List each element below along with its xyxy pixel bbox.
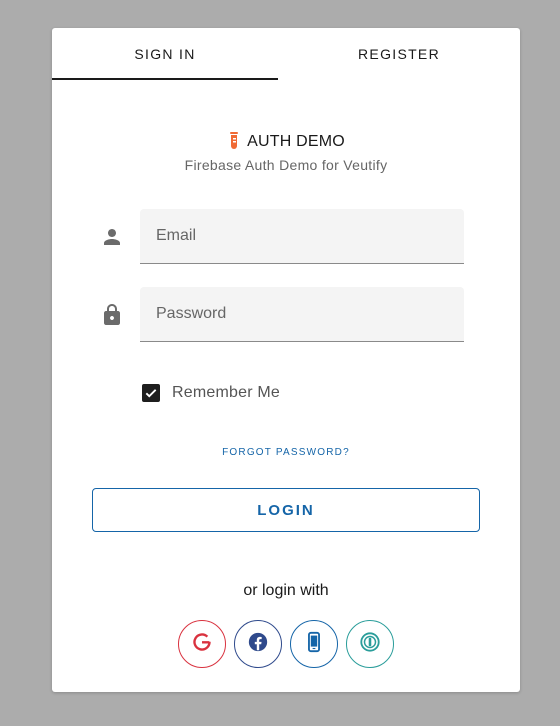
password-input[interactable] <box>140 287 464 341</box>
flask-icon <box>227 132 241 152</box>
lock-icon <box>100 303 124 327</box>
login-button[interactable]: LOGIN <box>92 488 480 532</box>
other-login-button[interactable] <box>346 620 394 668</box>
phone-login-button[interactable] <box>290 620 338 668</box>
google-login-button[interactable] <box>178 620 226 668</box>
brand-header: AUTH DEMO <box>52 132 520 157</box>
google-icon <box>191 631 213 658</box>
phone-icon <box>303 631 325 658</box>
facebook-login-button[interactable] <box>234 620 282 668</box>
tab-sign-in[interactable]: SIGN IN <box>52 28 278 80</box>
email-field <box>140 209 464 264</box>
email-input[interactable] <box>140 209 464 263</box>
remember-me: Remember Me <box>142 382 280 404</box>
brand-title: AUTH DEMO <box>247 133 345 150</box>
social-login-heading: or login with <box>243 582 329 599</box>
info-circle-icon <box>359 631 381 658</box>
active-tab-indicator <box>52 78 278 80</box>
forgot-password-link[interactable]: FORGOT PASSWORD? <box>52 447 520 458</box>
tab-register[interactable]: REGISTER <box>286 28 512 80</box>
person-icon <box>100 225 124 249</box>
brand-subtitle: Firebase Auth Demo for Veutify <box>184 157 388 173</box>
auth-card: SIGN IN REGISTER AUTH DEMO Firebase Auth… <box>52 28 520 692</box>
auth-tabs: SIGN IN REGISTER <box>52 28 520 80</box>
checkmark-icon <box>145 389 157 398</box>
remember-me-checkbox[interactable] <box>142 384 160 402</box>
password-field <box>140 287 464 342</box>
facebook-icon <box>247 631 269 658</box>
remember-me-label[interactable]: Remember Me <box>172 384 280 402</box>
